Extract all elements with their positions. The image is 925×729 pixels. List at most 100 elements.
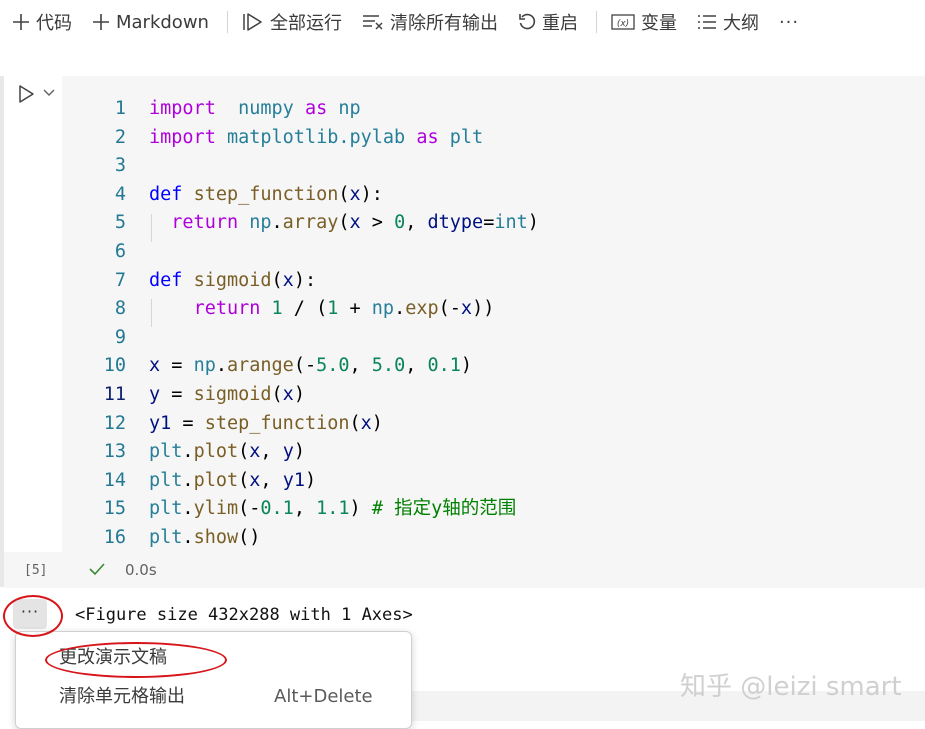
code-token: plt — [449, 126, 484, 148]
line-number: 4 — [114, 183, 126, 205]
code-token: x — [349, 183, 361, 205]
menu-item-label: 清除单元格输出 — [59, 686, 185, 707]
code-token: . — [394, 298, 406, 320]
output-more-actions-button[interactable]: ··· — [13, 599, 47, 629]
cell-gutter — [6, 76, 62, 587]
run-cell-button[interactable] — [16, 84, 38, 106]
code-token: ) — [304, 469, 317, 491]
code-token: 0 — [394, 212, 406, 234]
add-markdown-button[interactable]: Markdown — [92, 12, 209, 33]
code-text: x = np.arange(-5.0, 5.0, 0.1) — [149, 352, 472, 380]
code-token: / ( — [282, 298, 328, 320]
code-token: np — [371, 298, 395, 320]
code-token: import — [149, 126, 216, 148]
success-check-icon — [89, 563, 105, 576]
code-token: 0.1 — [260, 498, 294, 520]
code-token: x — [249, 469, 261, 491]
code-token: (- — [238, 498, 261, 520]
more-actions-button[interactable]: ··· — [779, 12, 799, 33]
code-token: ( — [238, 469, 250, 491]
line-number: 3 — [114, 155, 126, 177]
code-token: . — [182, 469, 194, 491]
plus-icon — [12, 13, 30, 31]
code-token: np — [249, 212, 272, 234]
cell-focus-bar — [0, 76, 4, 587]
code-text: return 1 / (1 + np.exp(-x)) — [149, 295, 495, 323]
clear-all-outputs-button[interactable]: 清除所有输出 — [362, 9, 498, 35]
code-text: def sigmoid(x): — [149, 267, 316, 295]
code-token: . — [182, 441, 194, 463]
code-text: plt.plot(x, y) — [149, 438, 305, 466]
code-text: import numpy as np — [149, 95, 361, 123]
code-token: plt — [149, 498, 183, 520]
svg-text:(x): (x) — [617, 19, 629, 29]
outline-button[interactable]: 大纲 — [697, 9, 759, 35]
code-text: def step_function(x): — [149, 181, 383, 209]
run-all-button[interactable]: 全部运行 — [242, 9, 342, 35]
menu-item-change-presentation[interactable]: 更改演示文稿 — [16, 640, 411, 676]
code-token: 0.1 — [427, 355, 461, 377]
code-token: plot — [193, 469, 239, 491]
code-token: = — [160, 384, 194, 405]
code-token: def — [149, 269, 183, 291]
code-token: , — [293, 498, 317, 520]
code-token: x — [282, 384, 294, 405]
add-code-button[interactable]: 代码 — [12, 9, 72, 35]
code-token: ) — [527, 212, 539, 234]
line-number: 10 — [103, 355, 126, 377]
code-token: ) — [460, 355, 473, 377]
code-token: sigmoid — [193, 269, 272, 291]
code-editor[interactable]: 1 import numpy as np 2 import matplotlib.py… — [62, 76, 925, 552]
menu-item-clear-cell-output[interactable]: 清除单元格输出 Alt+Delete — [16, 679, 411, 715]
code-token: ) — [293, 384, 305, 405]
code-token: . — [182, 498, 194, 520]
code-text: y = sigmoid(x) — [149, 381, 305, 409]
code-token: . — [271, 212, 283, 234]
code-token: (- — [438, 298, 461, 320]
code-token: exp — [405, 298, 439, 320]
variables-button[interactable]: (x) 变量 — [611, 9, 677, 35]
code-token: step_function — [193, 183, 339, 205]
code-token: ylim — [193, 498, 239, 520]
code-token: as — [416, 126, 439, 148]
code-text: import matplotlib.pylab as plt — [149, 124, 483, 152]
code-token: numpy — [238, 98, 294, 119]
line-number: 15 — [103, 498, 126, 520]
code-token: ): — [293, 269, 317, 291]
execution-time: 0.0s — [125, 561, 157, 579]
play-icon — [19, 85, 34, 103]
code-token: x — [460, 298, 473, 320]
execution-count: [5] — [24, 563, 48, 578]
code-token: y1 — [282, 469, 305, 491]
variables-icon: (x) — [611, 13, 635, 31]
code-token: np — [193, 355, 216, 377]
code-token: np — [338, 98, 361, 119]
code-token: return — [171, 212, 239, 234]
code-token: + — [338, 298, 372, 320]
code-token: show — [193, 527, 239, 548]
run-options-button[interactable] — [42, 85, 56, 99]
code-token: 1 — [271, 298, 283, 320]
code-token: y — [282, 441, 294, 463]
notebook-toolbar: 代码 Markdown 全部运行 清除所有输出 重启 (x) 变量 大纲 ··· — [0, 0, 925, 44]
code-token: plot — [193, 441, 239, 463]
restart-button[interactable]: 重启 — [518, 9, 578, 35]
code-token: array — [282, 212, 339, 234]
line-number: 5 — [114, 212, 126, 234]
outline-label: 大纲 — [722, 13, 759, 34]
plus-icon — [92, 13, 110, 31]
code-token: # 指定y轴的范围 — [371, 498, 517, 520]
code-text: plt.ylim(-0.1, 1.1) # 指定y轴的范围 — [149, 495, 516, 523]
code-token: x — [360, 412, 372, 434]
output-context-menu: 更改演示文稿 清除单元格输出 Alt+Delete — [15, 631, 412, 729]
code-token: = — [171, 412, 205, 434]
code-token: . — [215, 355, 227, 377]
line-number: 9 — [114, 326, 126, 348]
